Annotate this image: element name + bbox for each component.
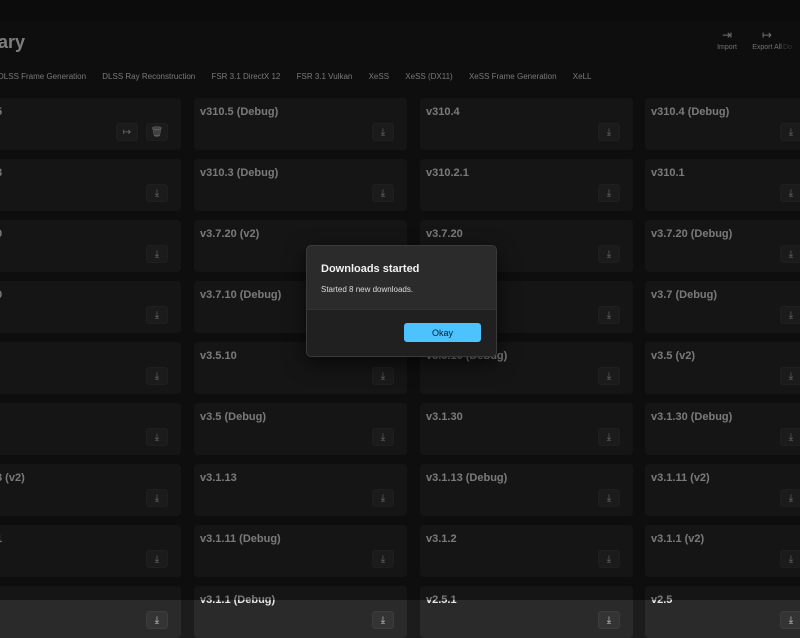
download-icon: ⤓ bbox=[788, 614, 794, 626]
dialog-title: Downloads started bbox=[321, 263, 420, 275]
download-icon: ⤓ bbox=[606, 614, 612, 626]
dialog-message: Started 8 new downloads. bbox=[321, 285, 414, 294]
download-button[interactable]: ⤓ bbox=[372, 611, 394, 629]
download-icon: ⤓ bbox=[380, 614, 386, 626]
okay-button[interactable]: Okay bbox=[404, 323, 481, 342]
download-icon: ⤓ bbox=[154, 614, 160, 626]
dialog-footer: Okay bbox=[307, 309, 496, 356]
download-button[interactable]: ⤓ bbox=[598, 611, 620, 629]
downloads-started-dialog: Downloads started Started 8 new download… bbox=[306, 245, 497, 357]
download-button[interactable]: ⤓ bbox=[146, 611, 168, 629]
download-button[interactable]: ⤓ bbox=[780, 611, 800, 629]
